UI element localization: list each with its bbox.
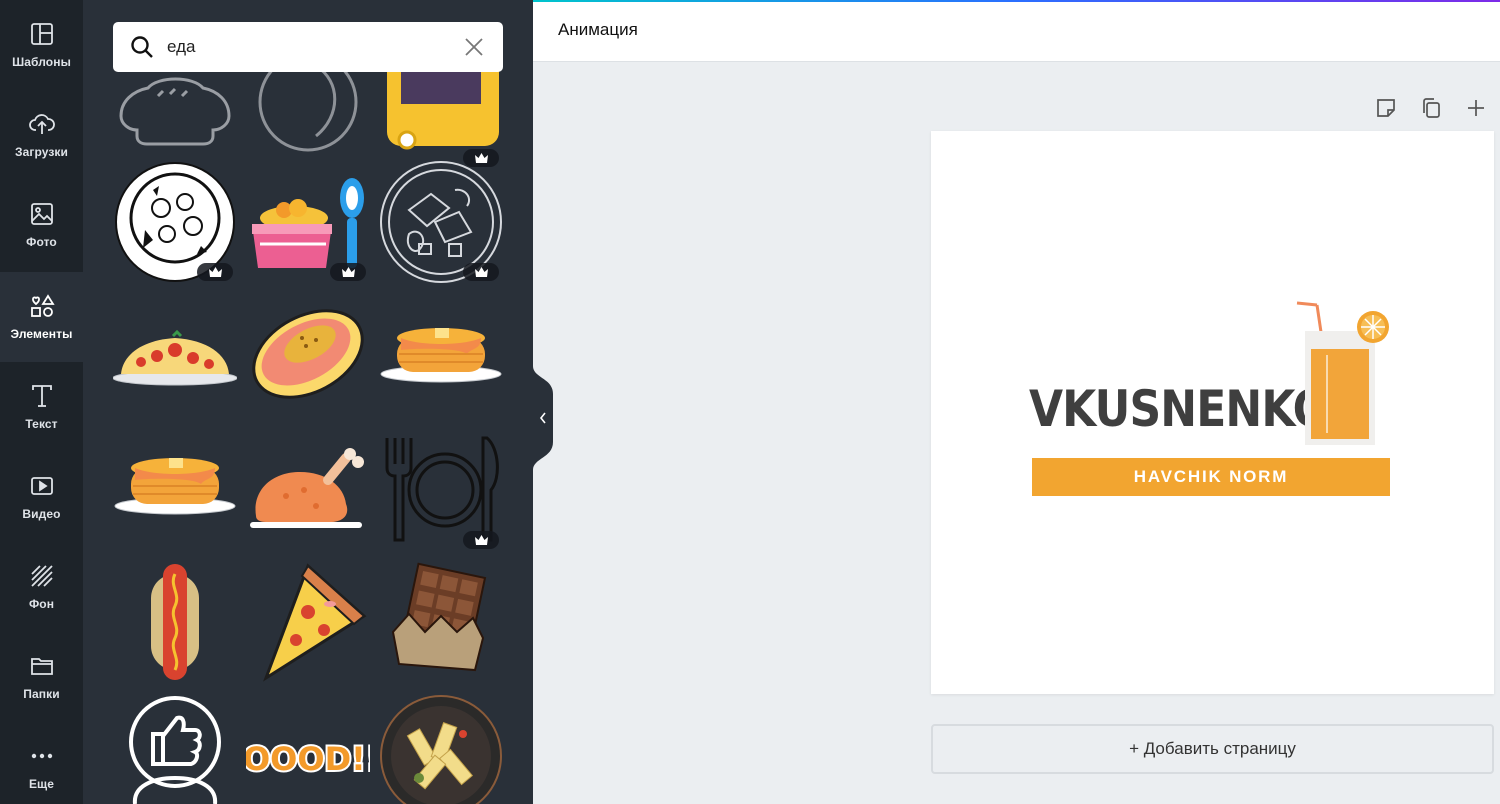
element-pasta-plate[interactable] [379, 694, 503, 804]
image-icon [30, 203, 53, 225]
sidebar-item-text[interactable]: Текст [0, 362, 83, 452]
crown-icon [341, 267, 355, 277]
element-hotdog[interactable] [113, 560, 237, 684]
search-icon [131, 36, 153, 58]
element-pink-bowl-spoon[interactable] [246, 160, 370, 284]
crown-icon [474, 267, 488, 277]
element-roast-chicken[interactable] [246, 428, 370, 552]
sidebar-item-label: Текст [25, 417, 58, 431]
duplicate-icon [1423, 98, 1440, 118]
sidebar-item-label: Элементы [10, 327, 73, 341]
element-papaya[interactable] [246, 294, 370, 418]
design-page[interactable]: VKUSNENKO HAVCHIK NORM [931, 131, 1494, 694]
plus-icon [1468, 100, 1484, 116]
note-icon [1377, 99, 1395, 117]
element-salad-plate[interactable] [379, 160, 503, 284]
duplicate-page-button[interactable] [1419, 96, 1443, 120]
element-pancakes-2[interactable] [113, 428, 237, 552]
sidebar-item-label: Шаблоны [12, 55, 71, 69]
sidebar-item-label: Папки [23, 687, 60, 701]
brand-text[interactable]: VKUSNENKO [1029, 384, 1330, 434]
collapse-panel-handle[interactable] [533, 366, 553, 470]
sidebar-item-label: Видео [22, 507, 61, 521]
sidebar-item-label: Еще [28, 777, 55, 791]
editor-toolbar: Анимация [533, 0, 1500, 62]
cloud-upload-icon [28, 114, 55, 134]
sidebar-item-label: Загрузки [14, 145, 69, 159]
element-fork-plate-knife[interactable] [379, 428, 503, 552]
search-input[interactable] [167, 37, 447, 57]
premium-badge [197, 263, 233, 281]
sidebar-item-video[interactable]: Видео [0, 452, 83, 542]
element-pizza-plate[interactable] [113, 160, 237, 284]
element-spaghetti[interactable] [113, 294, 237, 418]
premium-badge [463, 263, 499, 281]
elements-panel: FOOOD!!! [83, 0, 533, 804]
sidebar-item-more[interactable]: Еще [0, 722, 83, 804]
element-pizza-slice[interactable] [246, 560, 370, 684]
foood-sticker-text: FOOOD!!! [246, 740, 370, 778]
element-chocolate[interactable] [379, 560, 503, 684]
shapes-icon [30, 294, 55, 317]
more-icon [31, 753, 52, 759]
orange-juice-illustration[interactable] [1291, 299, 1401, 449]
add-page-plus-button[interactable] [1464, 96, 1488, 120]
video-icon [30, 477, 53, 495]
sidebar-item-folders[interactable]: Папки [0, 632, 83, 722]
folder-icon [30, 658, 53, 675]
close-icon[interactable] [463, 36, 485, 58]
element-thumbs-up-food[interactable] [113, 694, 237, 804]
search-bar [113, 22, 503, 72]
tagline-text: HAVCHIK NORM [1133, 467, 1289, 486]
sidebar-item-templates[interactable]: Шаблоны [0, 0, 83, 90]
element-pancakes[interactable] [379, 294, 503, 418]
crown-icon [208, 267, 222, 277]
premium-badge [463, 531, 499, 549]
premium-badge [330, 263, 366, 281]
crown-icon [474, 535, 488, 545]
layout-icon [30, 23, 53, 45]
sidebar-item-label: Фото [26, 235, 57, 249]
text-icon [31, 385, 52, 407]
add-note-button[interactable] [1374, 96, 1398, 120]
sidebar-item-elements[interactable]: Элементы [0, 272, 83, 362]
element-foood-sticker[interactable]: FOOOD!!! [246, 694, 370, 804]
sidebar-item-uploads[interactable]: Загрузки [0, 90, 83, 180]
sidebar-item-photos[interactable]: Фото [0, 180, 83, 270]
sidebar-rail: Шаблоны Загрузки Фото Элементы Текст Вид… [0, 0, 83, 804]
sidebar-item-label: Фон [28, 597, 55, 611]
add-page-button[interactable]: + Добавить страницу [931, 724, 1494, 774]
animation-button[interactable]: Анимация [558, 20, 638, 40]
background-icon [30, 565, 53, 587]
top-gradient-line [533, 0, 1500, 2]
sidebar-item-background[interactable]: Фон [0, 542, 83, 632]
tagline-bar[interactable]: HAVCHIK NORM [1032, 458, 1390, 496]
